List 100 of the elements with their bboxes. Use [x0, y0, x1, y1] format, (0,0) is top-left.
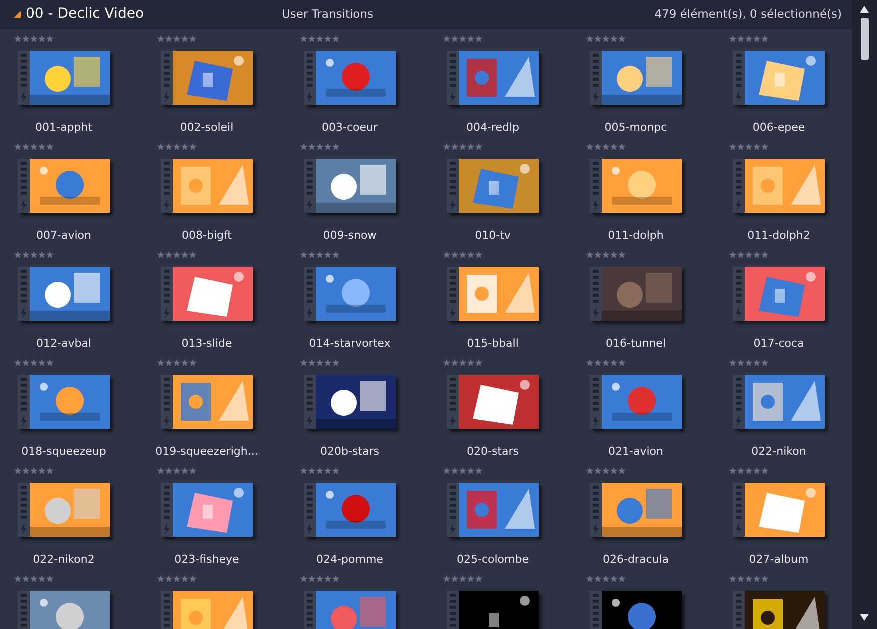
- transition-name: 023-fisheye: [174, 553, 240, 566]
- rating-stars-icon[interactable]: [586, 143, 626, 151]
- film-strip-icon: [304, 51, 316, 105]
- transition-name: 003-coeur: [320, 121, 379, 134]
- film-strip-icon: [161, 375, 173, 429]
- transition-name: 020-stars: [466, 445, 520, 458]
- transition-name: 024-pomme: [316, 553, 384, 566]
- film-strip-icon: [161, 51, 173, 105]
- rating-stars-icon[interactable]: [157, 467, 197, 475]
- rating-stars-icon[interactable]: [443, 359, 483, 367]
- collapse-icon[interactable]: [14, 10, 21, 18]
- rating-stars-icon[interactable]: [14, 359, 54, 367]
- transition-name: 019-squeezerigh...: [154, 445, 260, 458]
- rating-stars-icon[interactable]: [14, 467, 54, 475]
- transition-name: 027-album: [748, 553, 810, 566]
- rating-stars-icon[interactable]: [157, 575, 197, 583]
- transition-name: 001-appht: [34, 121, 94, 134]
- transition-name: 007-avion: [36, 229, 92, 242]
- rating-stars-icon[interactable]: [586, 35, 626, 43]
- transition-name: 012-avbal: [36, 337, 92, 350]
- film-strip-icon: [590, 375, 602, 429]
- category-label: User Transitions: [281, 7, 374, 21]
- scroll-down-icon[interactable]: [860, 614, 869, 621]
- transition-name: 002-soleil: [179, 121, 235, 134]
- film-strip-icon: [590, 591, 602, 629]
- rating-stars-icon[interactable]: [586, 251, 626, 259]
- film-strip-icon: [590, 51, 602, 105]
- transition-name: 022-nikon: [750, 445, 808, 458]
- film-strip-icon: [447, 51, 459, 105]
- film-strip-icon: [304, 159, 316, 213]
- transition-name: 021-avion: [608, 445, 664, 458]
- film-strip-icon: [590, 159, 602, 213]
- rating-stars-icon[interactable]: [729, 467, 769, 475]
- rating-stars-icon[interactable]: [157, 251, 197, 259]
- transition-name: 004-redlp: [465, 121, 521, 134]
- rating-stars-icon[interactable]: [300, 467, 340, 475]
- film-strip-icon: [733, 159, 745, 213]
- rating-stars-icon[interactable]: [729, 251, 769, 259]
- rating-stars-icon[interactable]: [729, 35, 769, 43]
- scroll-up-icon[interactable]: [860, 6, 869, 13]
- scroll-thumb[interactable]: [860, 18, 868, 60]
- film-strip-icon: [304, 483, 316, 537]
- film-strip-icon: [447, 375, 459, 429]
- film-strip-icon: [161, 483, 173, 537]
- transition-name: 011-dolph2: [746, 229, 812, 242]
- rating-stars-icon[interactable]: [729, 143, 769, 151]
- rating-stars-icon[interactable]: [729, 359, 769, 367]
- film-strip-icon: [304, 267, 316, 321]
- rating-stars-icon[interactable]: [300, 35, 340, 43]
- rating-stars-icon[interactable]: [157, 359, 197, 367]
- rating-stars-icon[interactable]: [443, 35, 483, 43]
- rating-stars-icon[interactable]: [14, 143, 54, 151]
- rating-stars-icon[interactable]: [300, 575, 340, 583]
- transition-name: 018-squeezeup: [20, 445, 108, 458]
- rating-stars-icon[interactable]: [586, 359, 626, 367]
- rating-stars-icon[interactable]: [586, 575, 626, 583]
- section-title: 00 - Declic Video: [26, 6, 146, 22]
- rating-stars-icon[interactable]: [157, 35, 197, 43]
- transition-name: 015-bball: [466, 337, 520, 350]
- rating-stars-icon[interactable]: [586, 467, 626, 475]
- film-strip-icon: [447, 159, 459, 213]
- rating-stars-icon[interactable]: [443, 251, 483, 259]
- film-strip-icon: [161, 159, 173, 213]
- transition-name: 022-nikon2: [32, 553, 96, 566]
- transition-name: 026-dracula: [602, 553, 670, 566]
- rating-stars-icon[interactable]: [300, 251, 340, 259]
- transition-name: 011-dolph: [607, 229, 665, 242]
- rating-stars-icon[interactable]: [300, 359, 340, 367]
- transition-name: 016-tunnel: [604, 337, 668, 350]
- rating-stars-icon[interactable]: [14, 575, 54, 583]
- film-strip-icon: [304, 375, 316, 429]
- film-strip-icon: [590, 267, 602, 321]
- transition-name: 014-starvortex: [308, 337, 392, 350]
- transition-name: 020b-stars: [320, 445, 380, 458]
- rating-stars-icon[interactable]: [157, 143, 197, 151]
- rating-stars-icon[interactable]: [14, 35, 54, 43]
- transition-name: 013-slide: [180, 337, 234, 350]
- rating-stars-icon[interactable]: [729, 575, 769, 583]
- film-strip-icon: [447, 591, 459, 629]
- transition-name: 005-monpc: [604, 121, 668, 134]
- rating-stars-icon[interactable]: [443, 467, 483, 475]
- rating-stars-icon[interactable]: [443, 575, 483, 583]
- film-strip-icon: [590, 483, 602, 537]
- scrollbar[interactable]: [852, 0, 877, 629]
- film-strip-icon: [733, 375, 745, 429]
- transition-name: 025-colombe: [456, 553, 530, 566]
- film-strip-icon: [18, 375, 30, 429]
- rating-stars-icon[interactable]: [300, 143, 340, 151]
- film-strip-icon: [18, 267, 30, 321]
- film-strip-icon: [18, 159, 30, 213]
- film-strip-icon: [447, 483, 459, 537]
- rating-stars-icon[interactable]: [14, 251, 54, 259]
- film-strip-icon: [304, 591, 316, 629]
- film-strip-icon: [161, 591, 173, 629]
- transition-name: 010-tv: [474, 229, 512, 242]
- rating-stars-icon[interactable]: [443, 143, 483, 151]
- transition-name: 009-snow: [322, 229, 378, 242]
- film-strip-icon: [18, 51, 30, 105]
- film-strip-icon: [733, 591, 745, 629]
- film-strip-icon: [733, 267, 745, 321]
